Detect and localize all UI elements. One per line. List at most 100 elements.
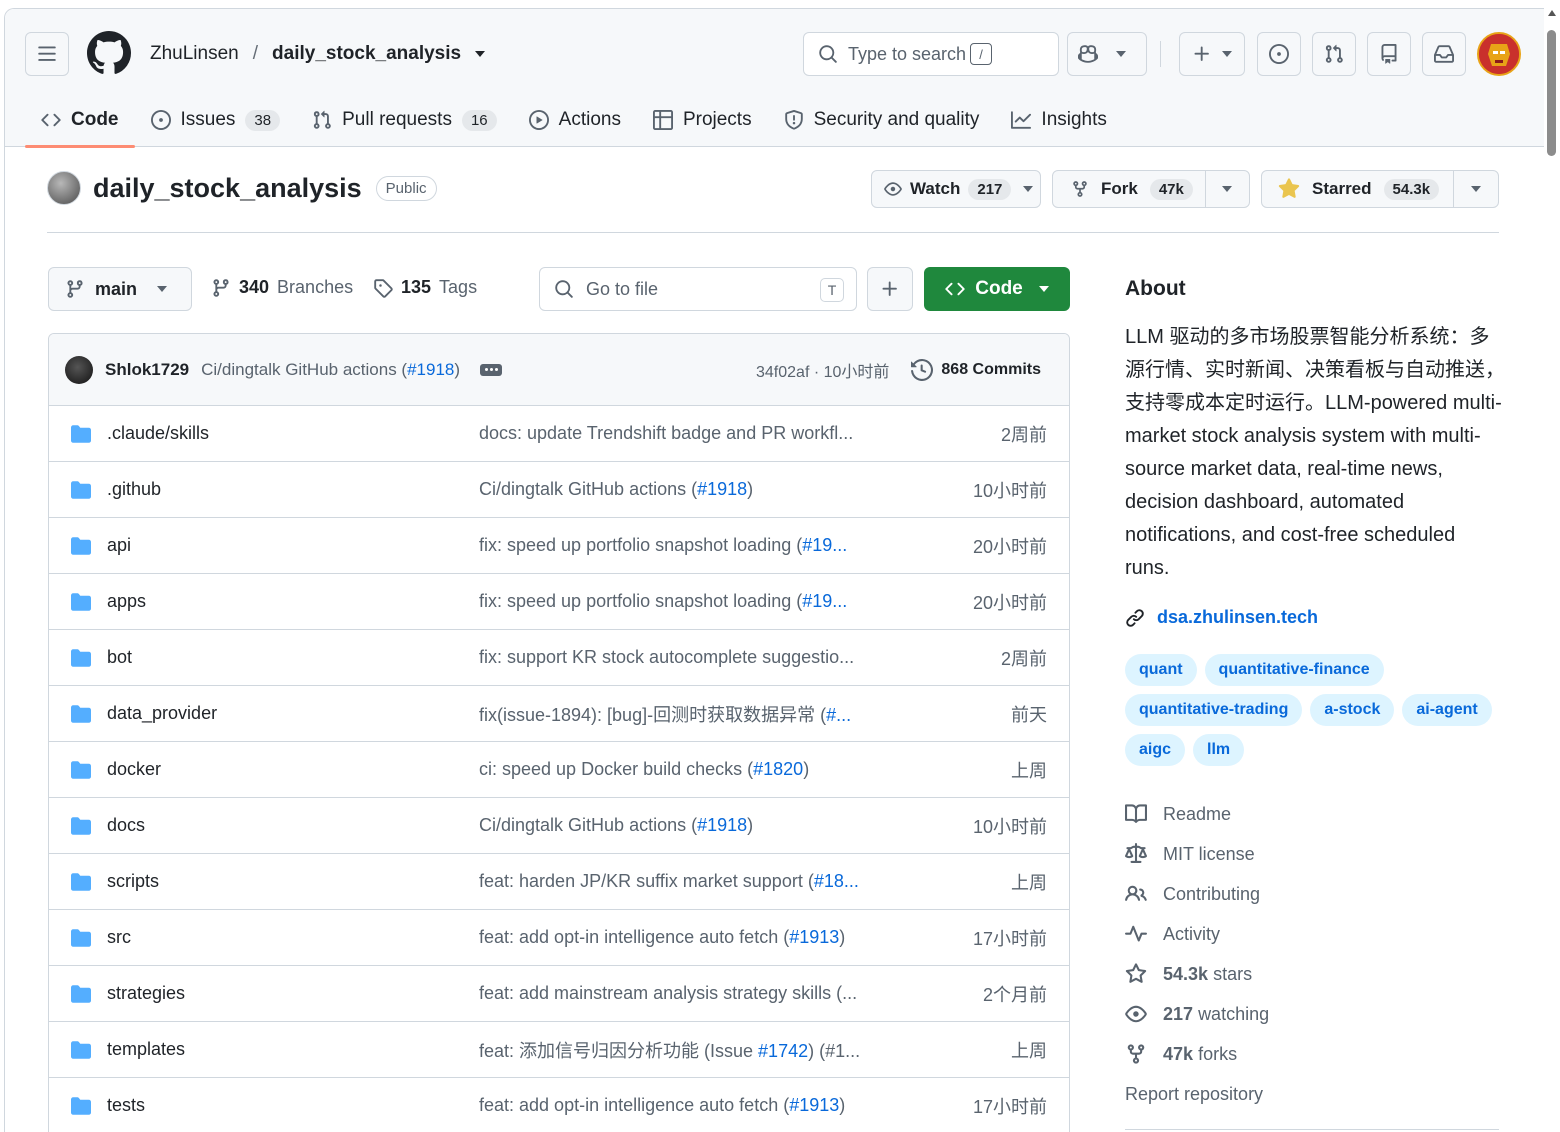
tab-security[interactable]: Security and quality (768, 93, 996, 147)
fork-dropdown[interactable] (1206, 171, 1249, 207)
file-name-link[interactable]: api (107, 535, 131, 556)
file-commit-pr-link[interactable]: #19... (802, 535, 847, 555)
file-commit-pr-link[interactable]: #... (826, 705, 851, 725)
file-commit-message[interactable]: Ci/dingtalk GitHub actions (#1918) (479, 815, 753, 836)
file-name-link[interactable]: .claude/skills (107, 423, 209, 444)
file-row[interactable]: .github Ci/dingtalk GitHub actions (#1918… (49, 462, 1069, 518)
commit-pr-link[interactable]: #1918 (407, 360, 454, 379)
file-row[interactable]: docs Ci/dingtalk GitHub actions (#1918) 10… (49, 798, 1069, 854)
repo-link[interactable]: daily_stock_analysis (272, 43, 461, 65)
file-commit-message[interactable]: fix(issue-1894): [bug]-回测时获取数据异常 (#... (479, 701, 851, 727)
file-name-link[interactable]: docs (107, 815, 145, 836)
topic-tag[interactable]: llm (1193, 734, 1245, 766)
file-commit-message[interactable]: feat: harden JP/KR suffix market support… (479, 871, 859, 892)
file-row[interactable]: strategies feat: add mainstream analysis … (49, 966, 1069, 1022)
watch-dropdown[interactable] (1015, 171, 1040, 207)
owner-avatar[interactable] (47, 171, 81, 205)
file-row[interactable]: scripts feat: harden JP/KR suffix market … (49, 854, 1069, 910)
file-commit-message[interactable]: feat: add opt-in intelligence auto fetch… (479, 1095, 845, 1116)
file-commit-pr-link[interactable]: #1820 (753, 759, 803, 779)
user-avatar[interactable] (1477, 32, 1521, 76)
file-commit-pr-link[interactable]: #1913 (789, 1095, 839, 1115)
file-row[interactable]: apps fix: speed up portfolio snapshot loa… (49, 574, 1069, 630)
file-name-link[interactable]: tests (107, 1095, 145, 1116)
tags-link[interactable]: 135 Tags (373, 277, 477, 298)
topic-tag[interactable]: quantitative-trading (1125, 694, 1303, 726)
file-name-link[interactable]: apps (107, 591, 146, 612)
file-commit-pr-link[interactable]: #1913 (789, 927, 839, 947)
file-row[interactable]: .claude/skills docs: update Trendshift ba… (49, 406, 1069, 462)
menu-button[interactable] (25, 32, 69, 76)
file-name-link[interactable]: bot (107, 647, 132, 668)
add-file-button[interactable] (867, 267, 913, 311)
inbox-button[interactable] (1422, 32, 1466, 76)
topic-tag[interactable]: a-stock (1310, 694, 1395, 726)
fork-button[interactable]: Fork 47k (1053, 171, 1206, 207)
commit-expand-button[interactable] (480, 363, 503, 376)
owner-link[interactable]: ZhuLinsen (150, 43, 239, 65)
activity-link[interactable]: Activity (1125, 914, 1505, 954)
commit-message[interactable]: Ci/dingtalk GitHub actions (#1918) (201, 360, 460, 380)
tab-code[interactable]: Code (25, 93, 135, 148)
file-name-link[interactable]: data_provider (107, 703, 217, 724)
file-row[interactable]: docker ci: speed up Docker build checks (… (49, 742, 1069, 798)
file-row[interactable]: tests feat: add opt-in intelligence auto … (49, 1078, 1069, 1132)
scrollbar-thumb[interactable] (1547, 30, 1556, 156)
file-row[interactable]: data_provider fix(issue-1894): [bug]-回测时获… (49, 686, 1069, 742)
topic-tag[interactable]: quantitative-finance (1204, 654, 1384, 686)
tab-actions[interactable]: Actions (513, 93, 637, 147)
file-commit-pr-link[interactable]: #1918 (697, 479, 747, 499)
commit-author-avatar[interactable] (65, 355, 93, 384)
topic-tag[interactable]: aigc (1125, 734, 1186, 766)
file-commit-pr-link[interactable]: #19... (802, 591, 847, 611)
file-name-link[interactable]: .github (107, 479, 161, 500)
file-row[interactable]: bot fix: support KR stock autocomplete su… (49, 630, 1069, 686)
license-link[interactable]: MIT license (1125, 834, 1505, 874)
file-row[interactable]: api fix: speed up portfolio snapshot load… (49, 518, 1069, 574)
homepage-link[interactable]: dsa.zhulinsen.tech (1125, 607, 1505, 628)
file-commit-message[interactable]: fix: support KR stock autocomplete sugge… (479, 647, 854, 668)
page-scrollbar[interactable] (1544, 0, 1560, 1132)
tab-insights[interactable]: Insights (995, 93, 1122, 147)
file-commit-message[interactable]: feat: 添加信号归因分析功能 (Issue #1742) (#1... (479, 1037, 860, 1063)
file-name-link[interactable]: strategies (107, 983, 185, 1004)
repo-switcher-chevron-icon[interactable] (475, 51, 486, 57)
file-row[interactable]: src feat: add opt-in intelligence auto fe… (49, 910, 1069, 966)
go-to-file-input[interactable]: Go to file T (539, 267, 857, 311)
github-logo-icon[interactable] (87, 31, 131, 75)
file-commit-message[interactable]: Ci/dingtalk GitHub actions (#1918) (479, 479, 753, 500)
topic-tag[interactable]: ai-agent (1402, 694, 1492, 726)
scroll-up-arrow-icon[interactable] (1548, 10, 1556, 16)
branch-selector[interactable]: main (48, 267, 192, 311)
file-commit-message[interactable]: fix: speed up portfolio snapshot loading… (479, 535, 847, 556)
tab-pull-requests[interactable]: Pull requests 16 (296, 93, 513, 147)
create-new-button[interactable] (1179, 32, 1245, 76)
copilot-button[interactable] (1067, 32, 1147, 76)
file-commit-pr-link[interactable]: #1742 (758, 1041, 808, 1061)
forks-link[interactable]: 47k forks (1125, 1034, 1505, 1074)
stars-link[interactable]: 54.3k stars (1125, 954, 1505, 994)
code-dropdown-button[interactable]: Code (924, 267, 1070, 311)
file-name-link[interactable]: docker (107, 759, 161, 780)
watch-button[interactable]: Watch 217 (872, 171, 1015, 207)
pull-requests-shortcut-button[interactable] (1312, 32, 1356, 76)
repositories-shortcut-button[interactable] (1367, 32, 1411, 76)
file-commit-message[interactable]: ci: speed up Docker build checks (#1820) (479, 759, 809, 780)
starred-button[interactable]: Starred 54.3k (1262, 171, 1454, 207)
branches-link[interactable]: 340 Branches (211, 277, 353, 298)
file-commit-pr-link[interactable]: #18... (814, 871, 859, 891)
tab-projects[interactable]: Projects (637, 93, 768, 147)
file-commit-message[interactable]: fix: speed up portfolio snapshot loading… (479, 591, 847, 612)
issues-shortcut-button[interactable] (1257, 32, 1301, 76)
topic-tag[interactable]: quant (1125, 654, 1197, 686)
file-name-link[interactable]: src (107, 927, 131, 948)
watching-link[interactable]: 217 watching (1125, 994, 1505, 1034)
file-commit-message[interactable]: feat: add opt-in intelligence auto fetch… (479, 927, 845, 948)
global-search-input[interactable]: Type to search / (803, 32, 1059, 76)
readme-link[interactable]: Readme (1125, 794, 1505, 834)
file-row[interactable]: templates feat: 添加信号归因分析功能 (Issue #1742) … (49, 1022, 1069, 1078)
commit-author[interactable]: Shlok1729 (105, 360, 189, 380)
report-repository-link[interactable]: Report repository (1125, 1074, 1505, 1114)
tab-issues[interactable]: Issues 38 (135, 93, 297, 147)
file-name-link[interactable]: templates (107, 1039, 185, 1060)
